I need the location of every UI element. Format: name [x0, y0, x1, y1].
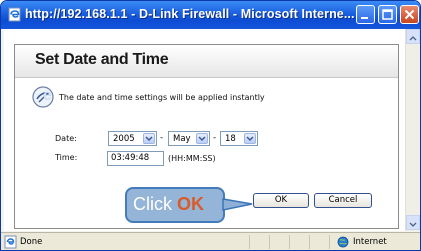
- chevron-down-icon: [244, 133, 256, 144]
- close-button[interactable]: [400, 5, 419, 24]
- background-callout-letter: e: [43, 87, 52, 104]
- callout-text: Click OK: [133, 194, 204, 215]
- time-input[interactable]: 03:49:48: [107, 151, 164, 166]
- ie-page-icon: [4, 235, 17, 249]
- time-value: 03:49:48: [111, 153, 150, 163]
- ok-button[interactable]: OK: [253, 193, 309, 208]
- tutorial-callout: Click OK: [125, 187, 225, 223]
- date-separator: -: [213, 133, 217, 143]
- internet-globe-icon: [337, 236, 349, 248]
- cancel-button[interactable]: Cancel: [314, 193, 372, 208]
- year-value: 2005: [113, 134, 135, 144]
- maximize-button[interactable]: [378, 5, 397, 24]
- month-value: May: [173, 134, 191, 144]
- chevron-down-icon: [143, 133, 155, 144]
- maximize-icon: [382, 9, 393, 20]
- scroll-up-button[interactable]: [406, 29, 420, 44]
- close-icon: [404, 9, 415, 20]
- security-zone-label: Internet: [353, 237, 387, 247]
- year-select[interactable]: 2005: [108, 131, 157, 146]
- ie-page-icon: [8, 7, 21, 22]
- time-format-hint: (HH:MM:SS): [168, 154, 216, 163]
- time-label: Time:: [55, 153, 78, 162]
- status-divider: [329, 235, 330, 249]
- callout-pointer-arrow: [222, 198, 253, 211]
- minimize-icon: [361, 17, 368, 19]
- status-divider: [289, 235, 290, 249]
- scroll-down-icon: [409, 222, 417, 227]
- dialog-title: Set Date and Time: [35, 51, 169, 68]
- status-divider: [269, 235, 270, 249]
- status-text: Done: [20, 237, 43, 247]
- vertical-scrollbar[interactable]: [405, 29, 420, 231]
- chevron-down-icon: [196, 133, 208, 144]
- scroll-down-button[interactable]: [406, 215, 420, 230]
- scroll-up-icon: [409, 36, 417, 41]
- status-divider: [249, 235, 250, 249]
- dialog-header: Set Date and Time: [15, 45, 398, 78]
- minimize-button[interactable]: [356, 5, 375, 24]
- window-title: http://192.168.1.1 - D-Link Firewall - M…: [25, 7, 355, 21]
- date-label: Date:: [55, 134, 77, 143]
- day-value: 18: [225, 134, 236, 144]
- info-message: The date and time settings will be appli…: [59, 93, 265, 102]
- title-bar[interactable]: http://192.168.1.1 - D-Link Firewall - M…: [1, 1, 420, 29]
- callout-emphasis: OK: [177, 194, 204, 214]
- date-separator: -: [160, 133, 164, 143]
- callout-prefix: Click: [133, 194, 177, 214]
- month-select[interactable]: May: [168, 131, 210, 146]
- day-select[interactable]: 18: [220, 131, 258, 146]
- status-bar: Done Internet: [1, 232, 420, 250]
- status-divider: [309, 235, 310, 249]
